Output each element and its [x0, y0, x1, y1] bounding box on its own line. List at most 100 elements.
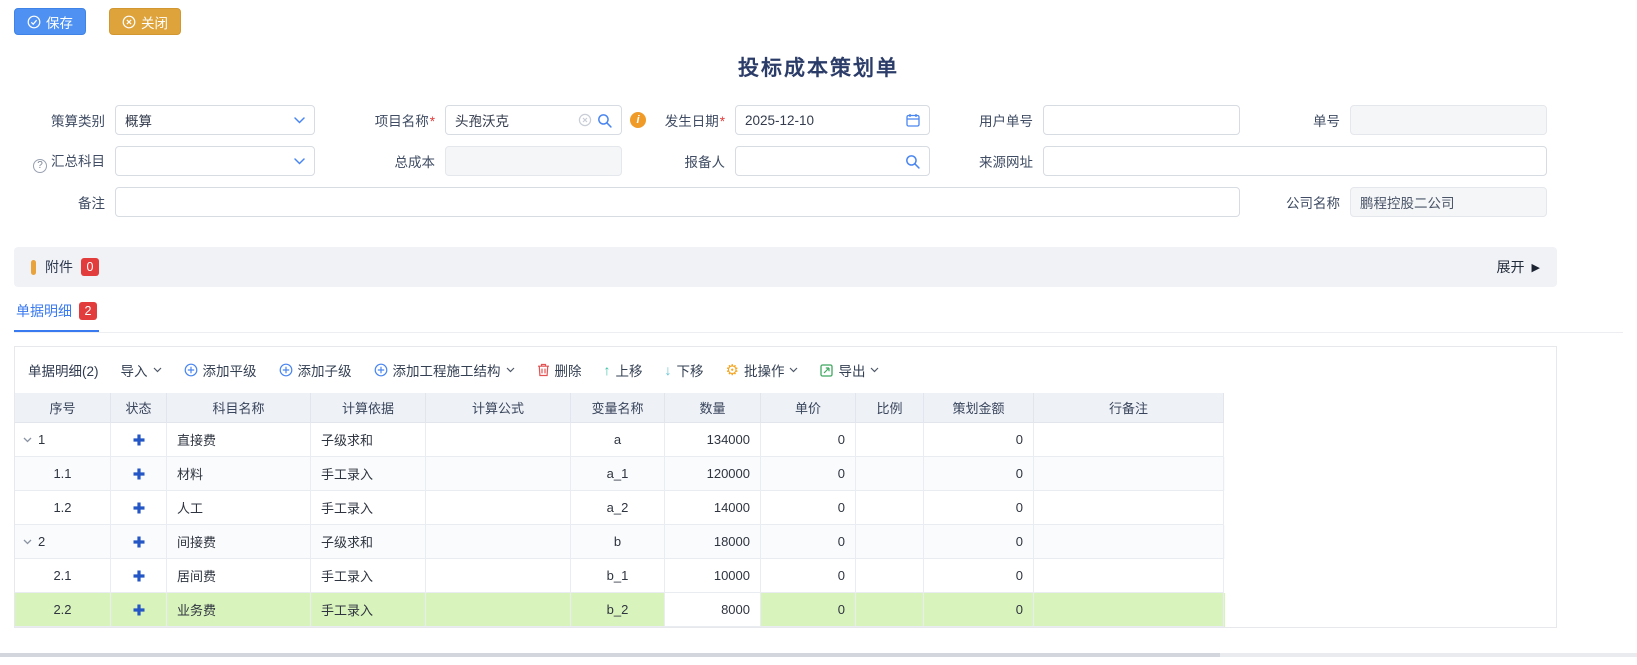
- add-structure-button[interactable]: 添加工程施工结构: [374, 360, 515, 380]
- cell-formula[interactable]: [426, 525, 571, 559]
- table-row[interactable]: 1直接费子级求和a13400000: [15, 423, 1225, 457]
- remark-field[interactable]: [115, 187, 1240, 217]
- search-icon[interactable]: [597, 113, 612, 128]
- cell-variable[interactable]: a_2: [571, 491, 665, 525]
- attachments-bar[interactable]: 附件 0 展开 ▶: [14, 247, 1557, 287]
- calendar-icon[interactable]: [906, 113, 920, 127]
- cell-subject[interactable]: 业务费: [167, 593, 311, 627]
- chevron-down-icon[interactable]: [294, 158, 305, 165]
- cell-subject[interactable]: 人工: [167, 491, 311, 525]
- cell-subject[interactable]: 居间费: [167, 559, 311, 593]
- occur-date-field[interactable]: [735, 105, 930, 135]
- cell-qty[interactable]: 10000: [665, 559, 761, 593]
- cell-ratio[interactable]: [856, 457, 924, 491]
- cell-row-remark[interactable]: [1034, 525, 1224, 559]
- cell-formula[interactable]: [426, 423, 571, 457]
- reporter-input[interactable]: [745, 147, 900, 175]
- cell-basis[interactable]: 子级求和: [311, 423, 426, 457]
- cell-amount[interactable]: 0: [924, 525, 1034, 559]
- cell-status[interactable]: [111, 525, 167, 559]
- cell-subject[interactable]: 直接费: [167, 423, 311, 457]
- horizontal-scrollbar[interactable]: [0, 653, 1637, 657]
- cell-qty[interactable]: 120000: [665, 457, 761, 491]
- move-down-button[interactable]: ↓ 下移: [665, 360, 704, 380]
- table-row[interactable]: 1.2人工手工录入a_21400000: [15, 491, 1225, 525]
- close-button[interactable]: 关闭: [109, 8, 181, 35]
- cell-subject[interactable]: 材料: [167, 457, 311, 491]
- source-url-input[interactable]: [1053, 147, 1537, 175]
- cell-ratio[interactable]: [856, 491, 924, 525]
- cell-price[interactable]: 0: [761, 559, 856, 593]
- cell-row-remark[interactable]: [1034, 423, 1224, 457]
- cell-price[interactable]: 0: [761, 525, 856, 559]
- clear-icon[interactable]: [578, 113, 592, 127]
- cell-ratio[interactable]: [856, 593, 924, 627]
- cell-variable[interactable]: b_2: [571, 593, 665, 627]
- cell-amount[interactable]: 0: [924, 593, 1034, 627]
- cell-ratio[interactable]: [856, 559, 924, 593]
- cell-formula[interactable]: [426, 457, 571, 491]
- cell-price[interactable]: 0: [761, 491, 856, 525]
- export-button[interactable]: 导出: [820, 360, 879, 380]
- search-icon[interactable]: [905, 154, 920, 169]
- cell-status[interactable]: [111, 559, 167, 593]
- info-icon[interactable]: i: [630, 112, 646, 128]
- add-row-icon[interactable]: [133, 502, 145, 514]
- cell-amount[interactable]: 0: [924, 457, 1034, 491]
- user-doc-no-field[interactable]: [1043, 105, 1240, 135]
- cell-ratio[interactable]: [856, 525, 924, 559]
- table-row[interactable]: 2.1居间费手工录入b_11000000: [15, 559, 1225, 593]
- remark-input[interactable]: [125, 188, 1230, 216]
- cell-formula[interactable]: [426, 491, 571, 525]
- cell-qty[interactable]: 134000: [665, 423, 761, 457]
- cell-basis[interactable]: 手工录入: [311, 491, 426, 525]
- plan-type-select[interactable]: 概算: [115, 105, 315, 135]
- cell-price[interactable]: 0: [761, 423, 856, 457]
- reporter-field[interactable]: [735, 146, 930, 176]
- cell-basis[interactable]: 手工录入: [311, 457, 426, 491]
- cell-ratio[interactable]: [856, 423, 924, 457]
- summary-subject-select[interactable]: [115, 146, 315, 176]
- cell-qty[interactable]: 14000: [665, 491, 761, 525]
- cell-price[interactable]: 0: [761, 457, 856, 491]
- cell-basis[interactable]: 手工录入: [311, 559, 426, 593]
- add-row-icon[interactable]: [133, 604, 145, 616]
- project-name-field[interactable]: [445, 105, 622, 135]
- cell-qty[interactable]: 18000: [665, 525, 761, 559]
- user-doc-no-input[interactable]: [1053, 106, 1230, 134]
- cell-subject[interactable]: 间接费: [167, 525, 311, 559]
- scrollbar-thumb[interactable]: [0, 653, 1220, 657]
- cell-seq[interactable]: 2: [15, 525, 111, 559]
- cell-amount[interactable]: 0: [924, 423, 1034, 457]
- occur-date-input[interactable]: [745, 106, 901, 134]
- source-url-field[interactable]: [1043, 146, 1547, 176]
- import-button[interactable]: 导入: [121, 360, 162, 380]
- cell-formula[interactable]: [426, 593, 571, 627]
- cell-status[interactable]: [111, 491, 167, 525]
- expand-caret-icon[interactable]: [23, 437, 32, 443]
- table-row[interactable]: 2.2业务费手工录入b_2800000: [15, 593, 1225, 627]
- add-row-icon[interactable]: [133, 468, 145, 480]
- cell-qty[interactable]: 8000: [665, 593, 761, 627]
- cell-row-remark[interactable]: [1034, 457, 1224, 491]
- add-row-icon[interactable]: [133, 570, 145, 582]
- cell-status[interactable]: [111, 593, 167, 627]
- expand-caret-icon[interactable]: [23, 539, 32, 545]
- expand-button[interactable]: 展开 ▶: [1497, 257, 1540, 277]
- cell-seq[interactable]: 2.2: [15, 593, 111, 627]
- delete-button[interactable]: 删除: [537, 360, 582, 380]
- chevron-down-icon[interactable]: [294, 117, 305, 124]
- save-button[interactable]: 保存: [14, 8, 86, 35]
- table-row[interactable]: 2间接费子级求和b1800000: [15, 525, 1225, 559]
- cell-seq[interactable]: 2.1: [15, 559, 111, 593]
- help-icon[interactable]: ?: [33, 159, 47, 173]
- cell-seq[interactable]: 1.2: [15, 491, 111, 525]
- add-child-button[interactable]: 添加子级: [279, 360, 352, 380]
- cell-amount[interactable]: 0: [924, 559, 1034, 593]
- cell-status[interactable]: [111, 423, 167, 457]
- cell-seq[interactable]: 1: [15, 423, 111, 457]
- cell-row-remark[interactable]: [1034, 491, 1224, 525]
- table-row[interactable]: 1.1材料手工录入a_112000000: [15, 457, 1225, 491]
- cell-basis[interactable]: 手工录入: [311, 593, 426, 627]
- add-sibling-button[interactable]: 添加平级: [184, 360, 257, 380]
